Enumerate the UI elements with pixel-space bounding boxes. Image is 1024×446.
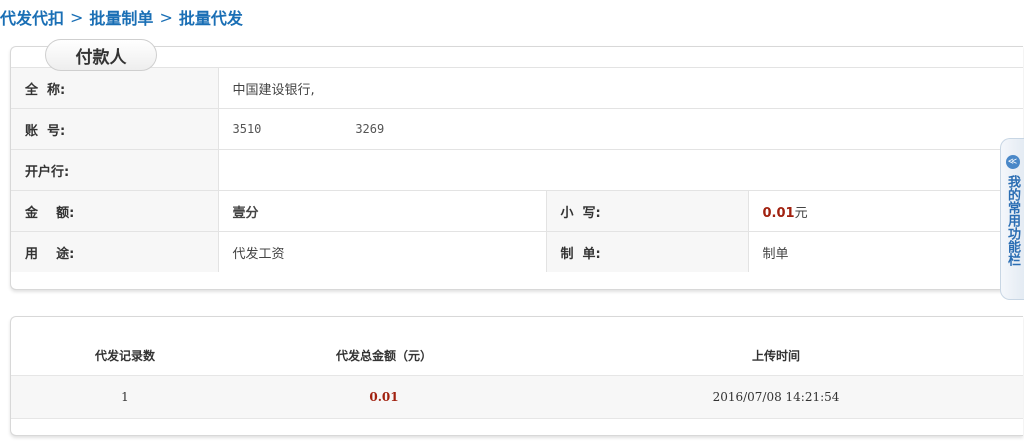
maker-value: 制单 <box>747 231 1024 272</box>
account-prefix: 3510 <box>232 122 262 136</box>
payer-row-fullname: 全 称: 中国建设银行, <box>11 67 1024 109</box>
favorites-side-tab[interactable]: ≪ 我的常用功能栏 <box>1000 138 1024 300</box>
bank-label: 开户行: <box>11 149 218 191</box>
payer-panel: 付款人 全 称: 中国建设银行, 账 号: 3510 3269 开户行: 金 额… <box>10 39 1024 290</box>
amount-label: 金 额: <box>11 190 218 232</box>
amount-words-value: 壹分 <box>217 190 546 232</box>
summary-header-row: 代发记录数 代发总金额（元） 上传时间 <box>11 335 1023 376</box>
account-value: 3510 3269 <box>217 108 1024 150</box>
table-row: 1 0.01 2016/07/08 14:21:54 <box>11 375 1023 419</box>
payer-row-amount: 金 额: 壹分 小 写: 0.01元 <box>11 190 1024 232</box>
collapse-arrows-icon: ≪ <box>1005 155 1020 169</box>
full-name-value: 中国建设银行, <box>217 67 1024 109</box>
total-amount-value: 0.01 <box>239 375 529 419</box>
upload-time-value: 2016/07/08 14:21:54 <box>529 375 1023 419</box>
header-total-amount: 代发总金额（元） <box>239 335 529 376</box>
breadcrumb-item-batch-create[interactable]: 批量制单 <box>89 5 153 29</box>
account-label: 账 号: <box>11 108 218 150</box>
amount-small-label: 小 写: <box>545 190 748 232</box>
account-masked <box>261 122 355 136</box>
breadcrumb-separator-icon: > <box>159 7 173 27</box>
amount-number-value: 0.01元 <box>747 190 1024 232</box>
record-count-value: 1 <box>11 375 239 419</box>
purpose-value: 代发工资 <box>217 231 546 272</box>
breadcrumb-separator-icon: > <box>70 7 84 27</box>
maker-label: 制 单: <box>545 231 748 272</box>
favorites-side-label: 我的常用功能栏 <box>1005 175 1020 266</box>
payer-table: 全 称: 中国建设银行, 账 号: 3510 3269 开户行: 金 额: 壹分… <box>11 67 1024 272</box>
summary-table: 代发记录数 代发总金额（元） 上传时间 1 0.01 2016/07/08 14… <box>11 335 1023 419</box>
breadcrumb: 代发代扣 > 批量制单 > 批量代发 <box>0 4 243 30</box>
payer-row-bank: 开户行: <box>11 149 1024 191</box>
header-record-count: 代发记录数 <box>11 335 239 376</box>
amount-number: 0.01 <box>762 205 795 221</box>
payer-row-account: 账 号: 3510 3269 <box>11 108 1024 150</box>
full-name-label: 全 称: <box>11 67 218 109</box>
bank-value <box>217 149 1024 191</box>
payer-tab-title: 付款人 <box>45 39 157 71</box>
amount-unit: 元 <box>794 205 808 221</box>
header-upload-time: 上传时间 <box>529 335 1023 376</box>
account-suffix: 3269 <box>355 122 385 136</box>
breadcrumb-item-batch-payment[interactable]: 批量代发 <box>179 5 243 29</box>
breadcrumb-item-collection[interactable]: 代发代扣 <box>0 5 64 29</box>
purpose-label: 用 途: <box>11 231 218 272</box>
payer-row-purpose: 用 途: 代发工资 制 单: 制单 <box>11 231 1024 272</box>
summary-panel: 代发记录数 代发总金额（元） 上传时间 1 0.01 2016/07/08 14… <box>10 316 1023 436</box>
